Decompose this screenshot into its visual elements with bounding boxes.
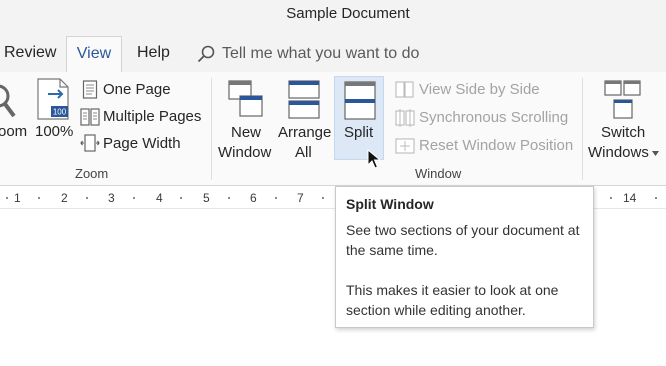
zoom-100-icon: 100 [37,78,69,120]
group-separator [582,78,583,180]
ruler-number: 4 [156,191,163,205]
reset-window-position-button[interactable]: Reset Window Position [419,136,573,156]
split-label: Split [344,124,374,141]
ribbon: oom 100 100% One Page Multiple Pages Pag… [0,72,666,186]
document-title: Sample Document [286,5,410,22]
search-icon [197,45,215,63]
title-bar: Sample Document [0,0,666,28]
split-window-icon [344,81,376,120]
ruler-number: 7 [297,191,304,205]
ruler-tick [6,197,8,199]
zoom-group-label: Zoom [75,166,109,181]
switch-windows-icon [604,80,641,119]
ruler-tick [322,197,324,199]
arrange-all-icon [288,80,320,119]
view-side-by-side-icon [395,81,414,98]
ruler-tick [133,197,135,199]
ruler-number: 14 [623,191,637,205]
switch-windows-button[interactable]: Switch [601,123,645,143]
split-window-tooltip: Split Window See two sections of your do… [335,186,594,328]
zoom-button[interactable]: oom [0,122,27,142]
ruler-tick [180,197,182,199]
new-window-button[interactable]: New [231,123,261,143]
ruler-tick [655,197,657,199]
reset-window-position-icon [395,138,415,154]
svg-text:100: 100 [53,108,67,117]
tooltip-body-1: See two sections of your document at the… [346,222,580,258]
ruler-tick [228,197,230,199]
new-window-icon [228,80,263,117]
ruler-number: 3 [108,191,115,205]
arrange-all-button[interactable]: Arrange [278,123,331,143]
page-width-button[interactable]: Page Width [103,134,181,154]
group-separator [211,78,212,180]
zoom-100-button[interactable]: 100% [35,122,73,142]
tooltip-title: Split Window [346,196,434,212]
ruler-number: 2 [61,191,68,205]
tell-me-search[interactable]: Tell me what you want to do [196,42,419,66]
synchronous-scrolling-button[interactable]: Synchronous Scrolling [419,108,568,128]
ruler-tick [610,197,612,199]
tell-me-placeholder: Tell me what you want to do [222,45,420,62]
chevron-down-icon [652,151,659,156]
multiple-pages-button[interactable]: Multiple Pages [103,107,201,127]
arrange-all-label-line2: All [295,144,312,161]
ribbon-tab-row: Review View Help Tell me what you want t… [0,28,666,73]
tab-review[interactable]: Review [4,44,56,62]
ruler-tick [38,197,40,199]
page-width-icon [80,134,100,152]
view-side-by-side-button[interactable]: View Side by Side [419,80,540,100]
ruler-number: 5 [203,191,210,205]
one-page-icon [82,80,98,99]
tab-view[interactable]: View [66,36,122,73]
synchronous-scrolling-icon [395,109,415,127]
tab-help[interactable]: Help [137,44,170,62]
ruler-number: 1 [14,191,21,205]
mouse-cursor-icon [367,149,381,169]
multiple-pages-icon [80,108,100,126]
one-page-button[interactable]: One Page [103,80,171,100]
split-button[interactable]: Split [334,76,384,160]
tooltip-body-2: This makes it easier to look at one sect… [346,282,559,318]
ruler-tick [86,197,88,199]
window-group-label: Window [415,166,462,181]
magnifier-zoom-icon [0,84,16,118]
switch-windows-label-line2: Windows [588,144,649,161]
ruler-number: 6 [250,191,257,205]
new-window-label-line2: Window [218,144,272,161]
ruler-tick [275,197,277,199]
